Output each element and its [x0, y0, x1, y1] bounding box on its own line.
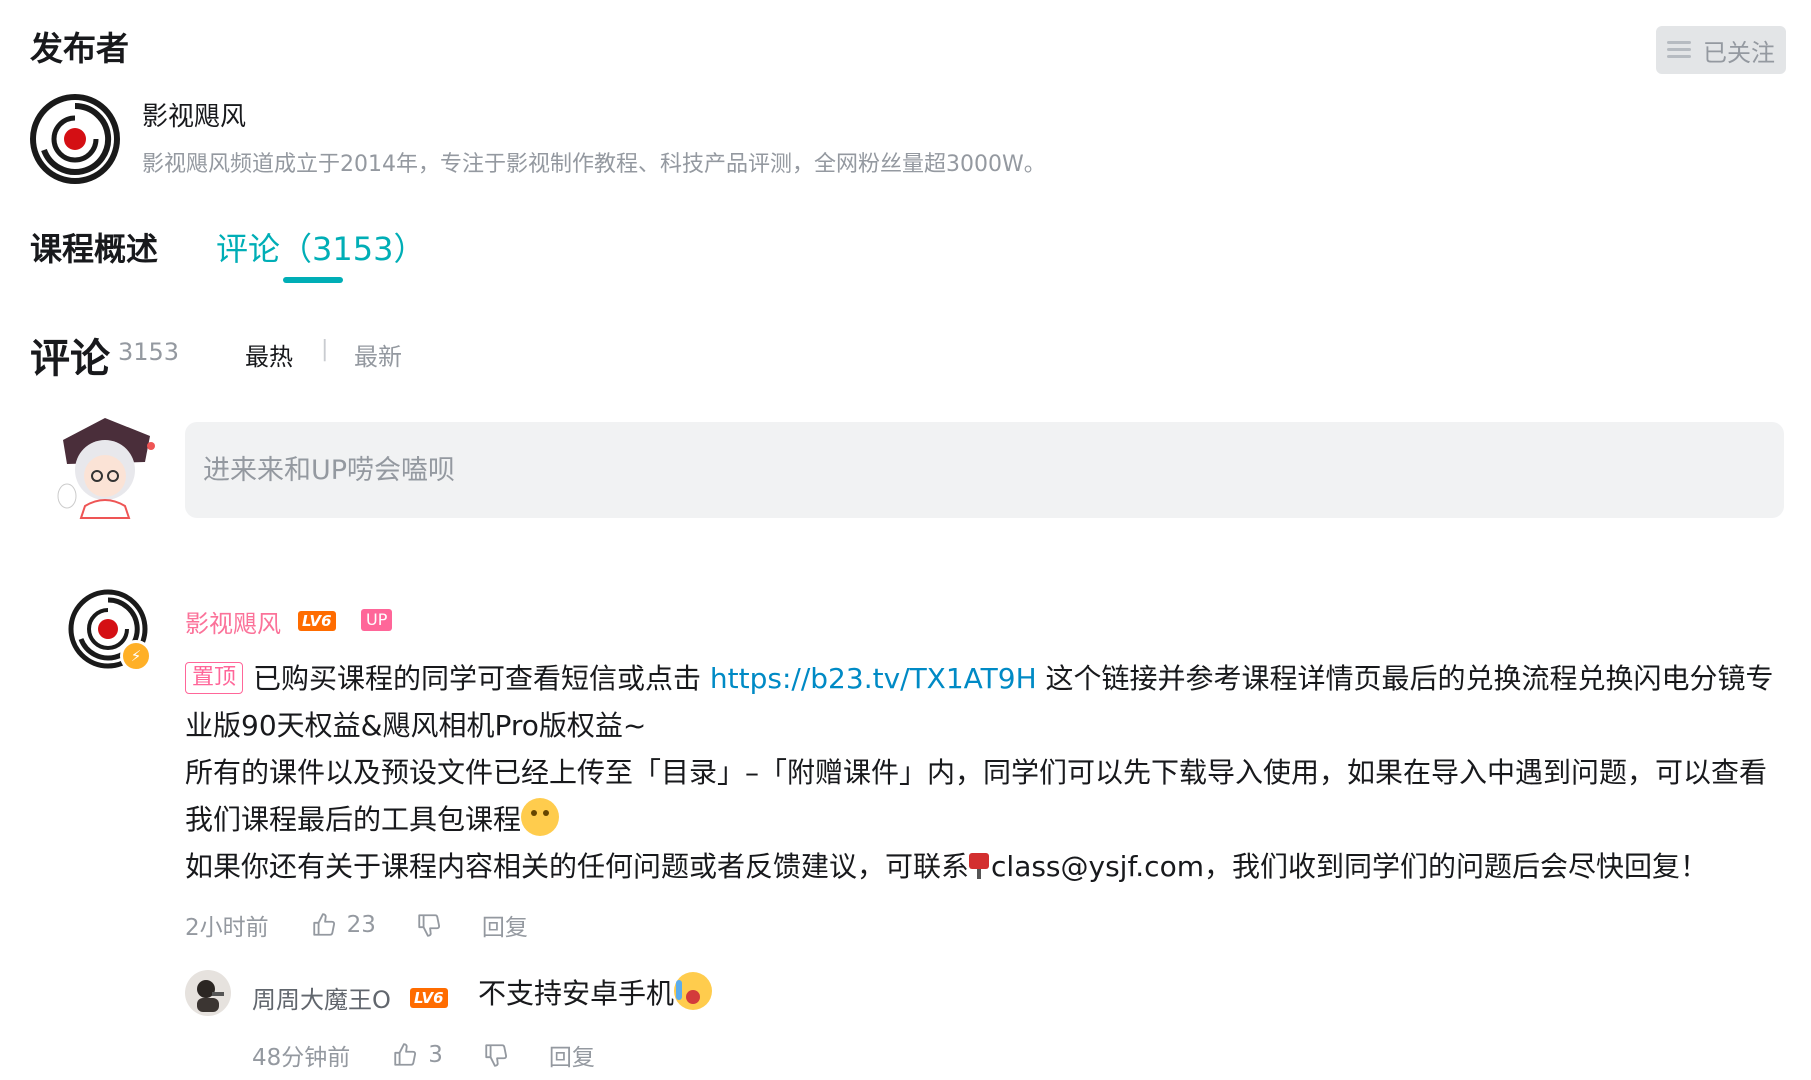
publisher-name[interactable]: 影视飓风 [142, 96, 246, 133]
comments-heading: 评论 [30, 336, 110, 382]
like-button[interactable]: 23 [311, 912, 376, 938]
publisher-section-title: 发布者 [30, 29, 129, 68]
pinned-tag: 置顶 [185, 662, 244, 694]
comment-text-part: 所有的课件以及预设文件已经上传至「目录」–「附赠课件」内，同学们可以先下载导入使… [185, 756, 1768, 836]
comment-author-name[interactable]: 影视飓风 [185, 604, 281, 639]
active-tab-indicator [283, 277, 343, 283]
comment-body: 置顶 已购买课程的同学可查看短信或点击 https://b23.tv/TX1AT9… [185, 655, 1785, 890]
sort-separator: | [321, 337, 329, 362]
reply-like-count: 3 [428, 1042, 443, 1068]
sort-hot-button[interactable]: 最热 [245, 337, 293, 372]
publisher-description: 影视飓风频道成立于2014年，专注于影视制作教程、科技产品评测，全网粉丝量超30… [142, 152, 1046, 177]
publisher-avatar[interactable] [30, 94, 120, 184]
reply-dislike-button[interactable] [483, 1042, 509, 1068]
reply-author-avatar[interactable] [185, 970, 231, 1016]
level-badge: LV6 [298, 611, 336, 631]
current-user-avatar[interactable] [45, 410, 165, 520]
reply-like-button[interactable]: 3 [392, 1042, 443, 1068]
reply-actions: 48分钟前 3 回复 [252, 1038, 595, 1072]
thumbs-down-icon [418, 914, 440, 937]
up-badge: UP [361, 609, 393, 631]
lightning-verified-icon: ⚡ [120, 640, 152, 672]
comment-text-part: 已购买课程的同学可查看短信或点击 [253, 662, 710, 695]
dislike-button[interactable] [416, 912, 442, 938]
like-count: 23 [346, 912, 376, 938]
sort-new-button[interactable]: 最新 [354, 337, 402, 372]
thumbs-up-icon [312, 913, 335, 936]
reply-text: 不支持安卓手机 [478, 972, 713, 1012]
comment-time: 2小时前 [185, 915, 269, 941]
reply-text-content: 不支持安卓手机 [478, 977, 675, 1010]
follow-button-label: 已关注 [1703, 38, 1775, 67]
comments-count: 3153 [118, 338, 180, 366]
tab-course-overview[interactable]: 课程概述 [30, 224, 158, 270]
comment-actions: 2小时前 23 回复 [185, 908, 528, 942]
tab-comments[interactable]: 评论（3153） [216, 224, 425, 270]
comment-email: class@ysjf.com [991, 850, 1204, 883]
reply-button[interactable]: 回复 [482, 908, 528, 942]
mailbox-icon [969, 853, 990, 879]
reply-author-name[interactable]: 周周大魔王O [252, 980, 391, 1015]
menu-icon [1667, 41, 1691, 59]
thumbs-up-icon [394, 1043, 417, 1066]
comment-text-part: ，我们收到同学们的问题后会尽快回复！ [1203, 850, 1708, 883]
reply-time: 48分钟前 [252, 1045, 351, 1071]
reply-level-badge: LV6 [410, 988, 448, 1008]
crying-emoji-icon [674, 972, 713, 1010]
sweat-emoji-icon [521, 798, 560, 836]
comment-text-part: 如果你还有关于课程内容相关的任何问题或者反馈建议，可联系 [185, 850, 970, 883]
comment-input[interactable] [185, 422, 1784, 518]
page-root: 发布者 已关注 影视飓风 影视飓风频道成立于2014年，专注于影视制作教程、科技… [0, 0, 1811, 1080]
reply-reply-button[interactable]: 回复 [549, 1038, 595, 1072]
follow-button[interactable]: 已关注 [1656, 26, 1786, 74]
comment-link[interactable]: https://b23.tv/TX1AT9H [710, 662, 1037, 695]
thumbs-down-icon [485, 1044, 507, 1067]
